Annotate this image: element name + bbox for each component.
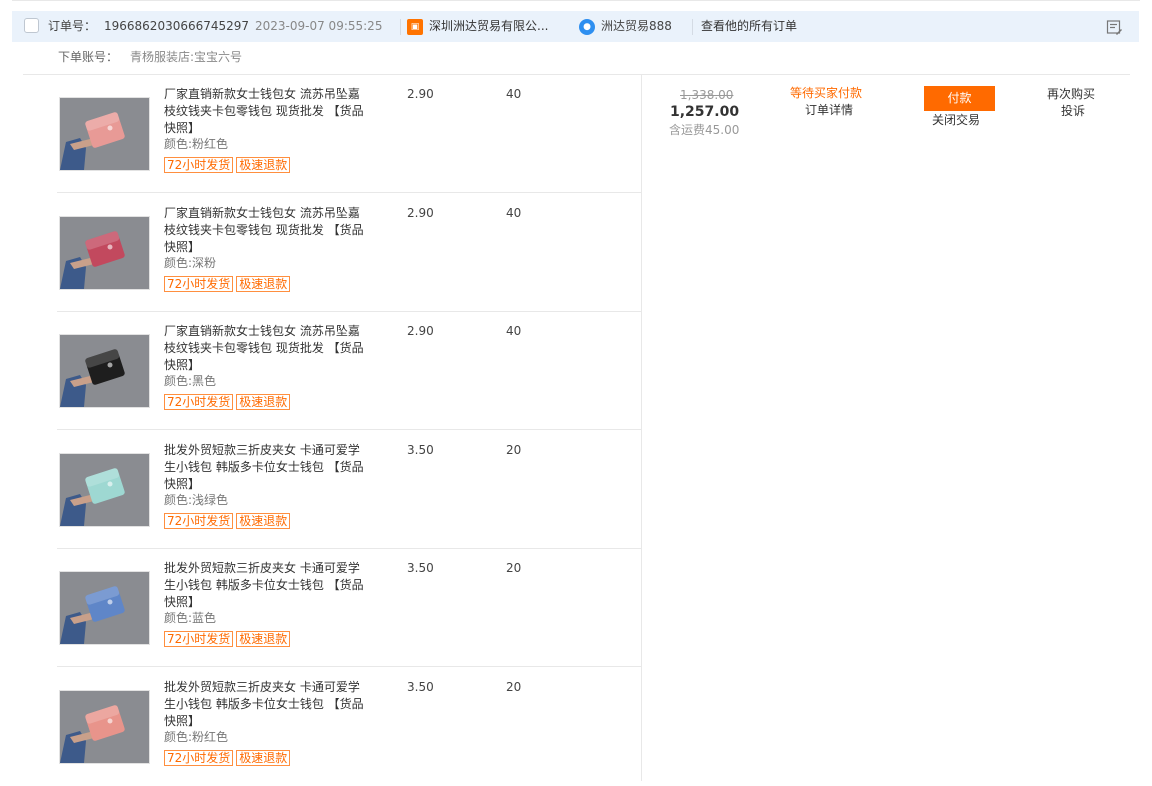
product-thumbnail-graphic: [60, 335, 149, 407]
quantity: 40: [506, 206, 522, 220]
order-item-row: 批发外贸短款三折皮夹女 卡通可爱学生小钱包 韩版多卡位女士钱包 【货品快照】 颜色…: [57, 431, 641, 549]
unit-price: 2.90: [407, 87, 434, 101]
product-thumbnail[interactable]: [59, 97, 150, 171]
product-color: 颜色:粉红色: [164, 730, 229, 744]
close-trade-link[interactable]: 关闭交易: [932, 112, 980, 129]
order-select-checkbox[interactable]: [24, 18, 39, 33]
buy-again-link[interactable]: 再次购买: [1047, 86, 1095, 103]
shop-icon: ▣: [407, 19, 423, 35]
quantity: 20: [506, 443, 522, 457]
buyer-account-label: 下单账号：: [58, 50, 119, 64]
wangwang-chat-icon[interactable]: ●: [579, 19, 595, 35]
product-thumbnail-graphic: [60, 98, 149, 170]
product-title-link[interactable]: 厂家直销新款女士钱包女 流苏吊坠嘉枝纹钱夹卡包零钱包 现货批发 【货品快照】: [164, 323, 364, 374]
quantity: 40: [506, 324, 522, 338]
product-title-link[interactable]: 批发外贸短款三折皮夹女 卡通可爱学生小钱包 韩版多卡位女士钱包 【货品快照】: [164, 560, 364, 611]
header-divider: [692, 19, 693, 35]
service-tags: 72小时发货 极速退款: [164, 631, 293, 647]
product-thumbnail[interactable]: [59, 216, 150, 290]
buyer-account: 下单账号： 青杨服装店:宝宝六号: [58, 48, 242, 66]
quantity: 20: [506, 561, 522, 575]
unit-price: 3.50: [407, 443, 434, 457]
fast-refund-tag: 极速退款: [236, 631, 291, 647]
order-item-row: 厂家直销新款女士钱包女 流苏吊坠嘉枝纹钱夹卡包零钱包 现货批发 【货品快照】 颜色…: [57, 75, 641, 193]
product-title-link[interactable]: 批发外贸短款三折皮夹女 卡通可爱学生小钱包 韩版多卡位女士钱包 【货品快照】: [164, 679, 364, 730]
product-title-link[interactable]: 厂家直销新款女士钱包女 流苏吊坠嘉枝纹钱夹卡包零钱包 现货批发 【货品快照】: [164, 205, 364, 256]
top-divider: [12, 0, 1140, 1]
row-divider: [57, 192, 641, 193]
order-item-row: 厂家直销新款女士钱包女 流苏吊坠嘉枝纹钱夹卡包零钱包 现货批发 【货品快照】 颜色…: [57, 194, 641, 312]
original-total-price: 1,338.00: [680, 88, 734, 102]
order-detail-link[interactable]: 订单详情: [805, 102, 853, 119]
buyer-account-value: 青杨服装店:宝宝六号: [130, 50, 243, 64]
order-time: 2023-09-07 09:55:25: [255, 19, 383, 33]
quantity: 40: [506, 87, 522, 101]
fast-refund-tag: 极速退款: [236, 750, 291, 766]
product-color: 颜色:蓝色: [164, 611, 217, 625]
order-item-row: 批发外贸短款三折皮夹女 卡通可爱学生小钱包 韩版多卡位女士钱包 【货品快照】 颜色…: [57, 549, 641, 667]
service-tags: 72小时发货 极速退款: [164, 157, 293, 173]
shipping-72h-tag: 72小时发货: [164, 513, 234, 529]
shipping-fee: 含运费45.00: [669, 123, 740, 137]
product-thumbnail[interactable]: [59, 453, 150, 527]
fast-refund-tag: 极速退款: [236, 394, 291, 410]
product-thumbnail-graphic: [60, 217, 149, 289]
row-divider: [57, 666, 641, 667]
unit-price: 3.50: [407, 561, 434, 575]
product-thumbnail[interactable]: [59, 334, 150, 408]
row-divider: [57, 429, 641, 430]
view-all-orders-link[interactable]: 查看他的所有订单: [701, 11, 797, 42]
order-number: 1966862030666745297: [104, 19, 250, 33]
product-thumbnail-graphic: [60, 691, 149, 763]
column-divider: [641, 75, 642, 781]
unit-price: 2.90: [407, 324, 434, 338]
product-title-link[interactable]: 厂家直销新款女士钱包女 流苏吊坠嘉枝纹钱夹卡包零钱包 现货批发 【货品快照】: [164, 86, 364, 137]
shipping-72h-tag: 72小时发货: [164, 276, 234, 292]
order-status: 等待买家付款: [790, 86, 863, 100]
product-color: 颜色:深粉: [164, 256, 217, 270]
product-thumbnail[interactable]: [59, 690, 150, 764]
order-total-price: 1,257.00: [670, 104, 740, 120]
header-divider: [400, 19, 401, 35]
fast-refund-tag: 极速退款: [236, 513, 291, 529]
memo-icon-graphic: [1106, 20, 1122, 35]
memo-icon[interactable]: [1105, 18, 1123, 36]
product-color: 颜色:粉红色: [164, 137, 229, 151]
product-thumbnail-graphic: [60, 454, 149, 526]
shipping-72h-tag: 72小时发货: [164, 750, 234, 766]
order-item-row: 批发外贸短款三折皮夹女 卡通可爱学生小钱包 韩版多卡位女士钱包 【货品快照】 颜色…: [57, 668, 641, 786]
service-tags: 72小时发货 极速退款: [164, 750, 293, 766]
service-tags: 72小时发货 极速退款: [164, 394, 293, 410]
unit-price: 2.90: [407, 206, 434, 220]
shipping-72h-tag: 72小时发货: [164, 394, 234, 410]
quantity: 20: [506, 680, 522, 694]
order-header: 订单号： 1966862030666745297 2023-09-07 09:5…: [12, 11, 1139, 42]
product-color: 颜色:浅绿色: [164, 493, 229, 507]
order-number-label: 订单号：: [48, 19, 97, 33]
complain-link[interactable]: 投诉: [1061, 103, 1085, 120]
wangwang-name-link[interactable]: 洲达贸易888: [601, 11, 672, 42]
fast-refund-tag: 极速退款: [236, 157, 291, 173]
product-color: 颜色:黑色: [164, 374, 217, 388]
product-title-link[interactable]: 批发外贸短款三折皮夹女 卡通可爱学生小钱包 韩版多卡位女士钱包 【货品快照】: [164, 442, 364, 493]
service-tags: 72小时发货 极速退款: [164, 276, 293, 292]
unit-price: 3.50: [407, 680, 434, 694]
service-tags: 72小时发货 极速退款: [164, 513, 293, 529]
product-thumbnail-graphic: [60, 572, 149, 644]
shipping-72h-tag: 72小时发货: [164, 631, 234, 647]
shop-name-link[interactable]: 深圳洲达贸易有限公...: [429, 11, 548, 42]
product-thumbnail[interactable]: [59, 571, 150, 645]
pay-button[interactable]: 付款: [924, 86, 995, 111]
order-item-row: 厂家直销新款女士钱包女 流苏吊坠嘉枝纹钱夹卡包零钱包 现货批发 【货品快照】 颜色…: [57, 312, 641, 430]
shipping-72h-tag: 72小时发货: [164, 157, 234, 173]
fast-refund-tag: 极速退款: [236, 276, 291, 292]
